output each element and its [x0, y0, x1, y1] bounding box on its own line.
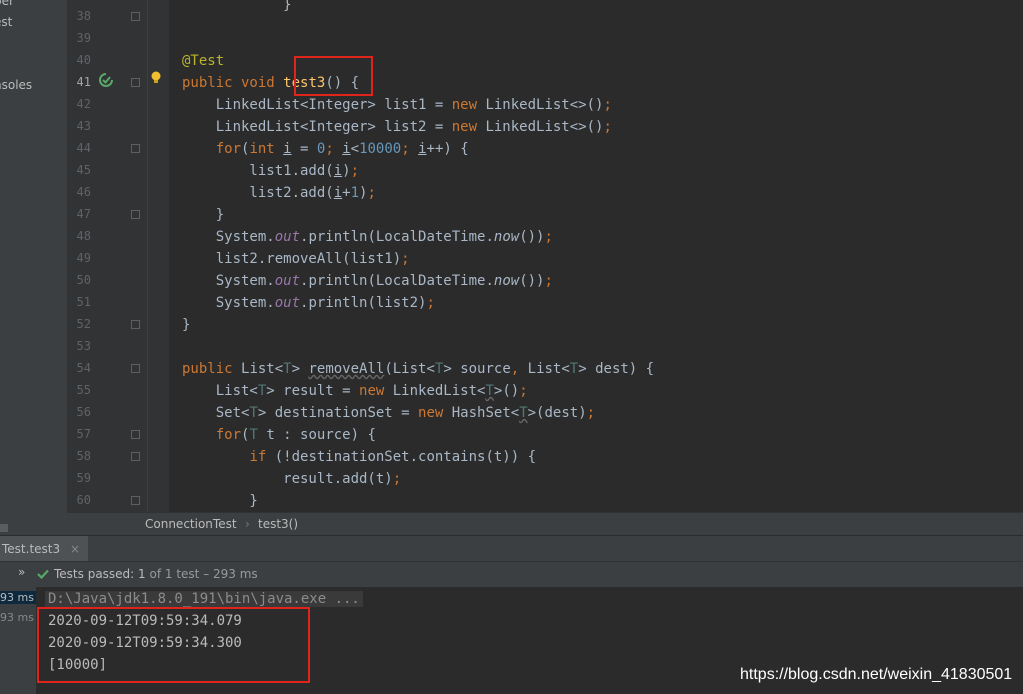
fold-marker-icon[interactable] — [131, 320, 140, 329]
line-number: 46 — [76, 185, 91, 199]
code-line: LinkedList<Integer> list2 = new LinkedLi… — [182, 119, 612, 135]
code-line: LinkedList<Integer> list1 = new LinkedLi… — [182, 97, 612, 113]
run-test-icon[interactable] — [98, 72, 114, 88]
code-line: result.add(t); — [182, 471, 402, 487]
line-number: 60 — [76, 493, 91, 507]
close-icon[interactable]: × — [70, 542, 80, 556]
gutter-divider — [147, 0, 148, 512]
code-line: } — [182, 207, 225, 223]
line-number: 55 — [76, 383, 91, 397]
test-status: Tests passed: 1 of 1 test – 293 ms — [54, 567, 258, 581]
line-number: 56 — [76, 405, 91, 419]
project-sidebar: per est nsoles — [0, 0, 67, 535]
run-toolbar: » Tests passed: 1 of 1 test – 293 ms — [0, 561, 1023, 588]
run-tab-bar: Test.test3 × — [0, 535, 1023, 562]
console-command-line: D:\Java\jdk1.8.0_191\bin\java.exe ... — [45, 591, 363, 607]
fold-marker-icon[interactable] — [131, 210, 140, 219]
code-line: System.out.println(LocalDateTime.now()); — [182, 229, 553, 245]
sidebar-scrollbar[interactable] — [0, 524, 8, 532]
line-number: 48 — [76, 229, 91, 243]
method-highlight-box — [294, 56, 373, 96]
code-line: for(int i = 0; i<10000; i++) { — [215, 141, 469, 157]
fold-marker-icon[interactable] — [131, 364, 140, 373]
line-number: 47 — [76, 207, 91, 221]
code-line: } — [182, 0, 292, 13]
fold-marker-icon[interactable] — [131, 78, 140, 87]
code-line: } — [182, 493, 258, 509]
line-number-current: 41 — [76, 75, 91, 89]
line-number: 40 — [76, 53, 91, 67]
test-time: 93 ms — [0, 591, 34, 604]
fold-marker-icon[interactable] — [131, 452, 140, 461]
code-line: public List<T> removeAll(List<T> source,… — [182, 361, 655, 377]
code-line: if (!destinationSet.contains(t)) { — [249, 449, 537, 465]
line-number: 54 — [76, 361, 91, 375]
breadcrumb: ConnectionTest › test3() — [67, 512, 1023, 536]
line-number: 43 — [76, 119, 91, 133]
tab-test-run[interactable]: Test.test3 × — [0, 536, 89, 562]
expand-icon[interactable]: » — [18, 565, 25, 579]
check-icon — [36, 566, 50, 585]
line-number: 45 — [76, 163, 91, 177]
test-tree: 93 ms 93 ms — [0, 587, 36, 694]
sidebar-item[interactable]: est — [0, 15, 12, 29]
line-number: 49 — [76, 251, 91, 265]
test-tree-item[interactable]: 93 ms — [0, 611, 36, 624]
fold-marker-icon[interactable] — [131, 430, 140, 439]
code-line: for(T t : source) { — [215, 427, 376, 443]
breadcrumb-method[interactable]: test3() — [258, 517, 298, 531]
code-line: List<T> result = new LinkedList<T>(); — [182, 383, 528, 399]
code-line: list2.add(i+1); — [182, 185, 376, 201]
sidebar-item[interactable]: nsoles — [0, 78, 32, 92]
test-tree-item[interactable]: 93 ms — [0, 591, 36, 604]
code-line: Set<T> destinationSet = new HashSet<T>(d… — [182, 405, 596, 421]
code-line: } — [182, 317, 191, 333]
fold-marker-icon[interactable] — [131, 144, 140, 153]
line-number: 59 — [76, 471, 91, 485]
test-time: 93 ms — [0, 611, 34, 624]
tab-label: Test.test3 — [2, 542, 61, 556]
line-number: 57 — [76, 427, 91, 441]
sidebar-item[interactable]: per — [0, 0, 14, 8]
line-number: 42 — [76, 97, 91, 111]
breadcrumb-separator: › — [245, 517, 250, 531]
code-line: list2.removeAll(list1); — [182, 251, 410, 267]
status-prefix: Tests passed: — [54, 567, 135, 581]
fold-marker-icon[interactable] — [131, 12, 140, 21]
output-highlight-box — [37, 607, 310, 683]
fold-marker-icon[interactable] — [131, 496, 140, 505]
watermark: https://blog.csdn.net/weixin_41830501 — [740, 666, 1013, 683]
code-line: System.out.println(LocalDateTime.now()); — [182, 273, 553, 289]
line-number: 38 — [76, 9, 91, 23]
line-number: 50 — [76, 273, 91, 287]
line-number: 51 — [76, 295, 91, 309]
line-number: 44 — [76, 141, 91, 155]
line-number: 52 — [76, 317, 91, 331]
code-line: list1.add(i); — [182, 163, 360, 179]
code-line: @Test — [182, 53, 225, 69]
status-count: 1 — [138, 567, 146, 581]
code-line: System.out.println(list2); — [182, 295, 435, 311]
status-suffix: of 1 test – 293 ms — [149, 567, 258, 581]
line-number: 39 — [76, 31, 91, 45]
lightbulb-icon[interactable] — [150, 70, 162, 84]
breadcrumb-class[interactable]: ConnectionTest — [145, 517, 237, 531]
line-number: 53 — [76, 339, 91, 353]
line-number: 58 — [76, 449, 91, 463]
